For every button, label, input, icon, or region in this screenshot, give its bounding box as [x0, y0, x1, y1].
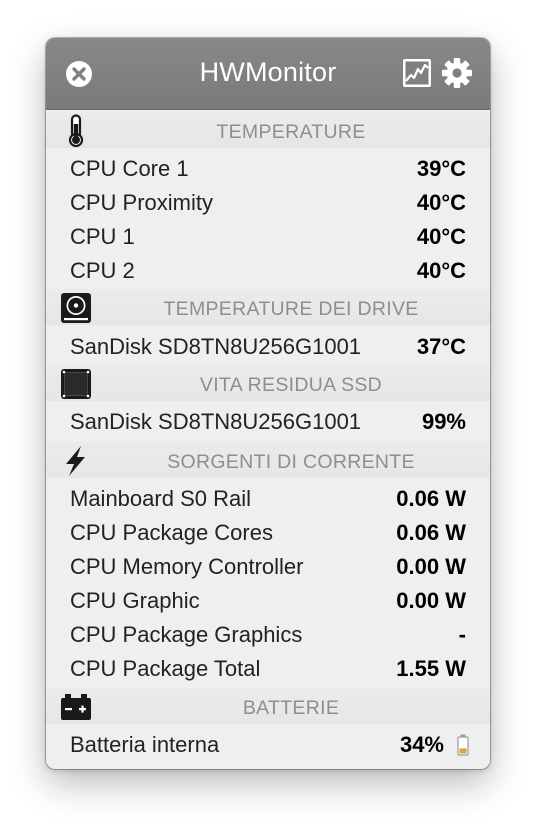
- drive-icon: [61, 293, 91, 323]
- sensor-label: SanDisk SD8TN8U256G1001: [70, 334, 362, 359]
- sensor-value: 1.55 W: [396, 656, 466, 681]
- section-header-ssd-life: VITA RESIDUA SSD: [46, 365, 490, 401]
- title-bar: HWMonitor: [46, 38, 490, 110]
- sensor-row[interactable]: CPU Package Graphics -: [46, 617, 490, 651]
- sensor-label: CPU Memory Controller: [70, 554, 304, 579]
- sensor-value: 37°C: [416, 334, 466, 359]
- sensor-label: CPU Package Graphics: [70, 622, 303, 647]
- graph-icon[interactable]: [402, 58, 432, 88]
- sensor-value: 0.00 W: [396, 588, 466, 613]
- section-header-batteries: BATTERIE: [46, 688, 490, 724]
- sensor-label: Mainboard S0 Rail: [70, 486, 251, 511]
- section-header-temperature: TEMPERATURE: [46, 112, 490, 148]
- sensor-value: 39°C: [416, 156, 466, 181]
- sensor-row[interactable]: SanDisk SD8TN8U256G1001 37°C: [46, 329, 490, 363]
- battery-level-icon: [457, 734, 469, 756]
- section-title: BATTERIE: [242, 697, 340, 719]
- sensor-row[interactable]: CPU Graphic 0.00 W: [46, 583, 490, 617]
- sensor-row[interactable]: Batteria interna 34%: [46, 727, 490, 761]
- sensor-label: CPU 2: [70, 258, 135, 283]
- hwmonitor-panel: HWMonitor TEMPERATURE CPU Core 1 39°C CP…: [46, 38, 490, 769]
- sensor-row[interactable]: CPU Proximity 40°C: [46, 185, 490, 219]
- sensor-label: Batteria interna: [70, 732, 220, 757]
- sensor-value: 34%: [399, 732, 444, 757]
- sensor-value: 0.06 W: [396, 520, 466, 545]
- sensor-row[interactable]: CPU Package Total 1.55 W: [46, 651, 490, 685]
- section-header-power-sources: SORGENTI DI CORRENTE: [46, 442, 490, 478]
- sensor-value: 99%: [421, 409, 466, 434]
- battery-icon: [61, 694, 91, 720]
- sensor-label: CPU 1: [70, 224, 135, 249]
- sensor-value: 40°C: [416, 258, 466, 283]
- sensor-value: 40°C: [416, 190, 466, 215]
- sensor-value: -: [458, 622, 466, 647]
- sensor-row[interactable]: CPU Core 1 39°C: [46, 151, 490, 185]
- sensor-value: 0.06 W: [396, 486, 466, 511]
- sensor-row[interactable]: Mainboard S0 Rail 0.06 W: [46, 481, 490, 515]
- gear-icon[interactable]: [441, 57, 473, 89]
- section-title: SORGENTI DI CORRENTE: [167, 451, 415, 473]
- section-title: TEMPERATURE: [216, 121, 366, 143]
- sensor-label: CPU Graphic: [70, 588, 200, 613]
- sensor-value: 0.00 W: [396, 554, 466, 579]
- sensor-label: SanDisk SD8TN8U256G1001: [70, 409, 362, 434]
- sensor-value: 40°C: [416, 224, 466, 249]
- sensor-label: CPU Core 1: [70, 156, 189, 181]
- thermometer-icon: [68, 114, 84, 148]
- section-header-drive-temperature: TEMPERATURE DEI DRIVE: [46, 289, 490, 325]
- sensor-row[interactable]: CPU Memory Controller 0.00 W: [46, 549, 490, 583]
- sensor-row[interactable]: SanDisk SD8TN8U256G1001 99%: [46, 404, 490, 438]
- section-title: TEMPERATURE DEI DRIVE: [163, 298, 419, 320]
- sensor-row[interactable]: CPU 2 40°C: [46, 253, 490, 287]
- sensor-label: CPU Package Cores: [70, 520, 273, 545]
- ssd-icon: [61, 369, 91, 399]
- lightning-icon: [66, 446, 85, 476]
- sensor-row[interactable]: CPU 1 40°C: [46, 219, 490, 253]
- sensor-label: CPU Package Total: [70, 656, 261, 681]
- sensor-row[interactable]: CPU Package Cores 0.06 W: [46, 515, 490, 549]
- sensor-label: CPU Proximity: [70, 190, 214, 215]
- section-title: VITA RESIDUA SSD: [199, 374, 383, 396]
